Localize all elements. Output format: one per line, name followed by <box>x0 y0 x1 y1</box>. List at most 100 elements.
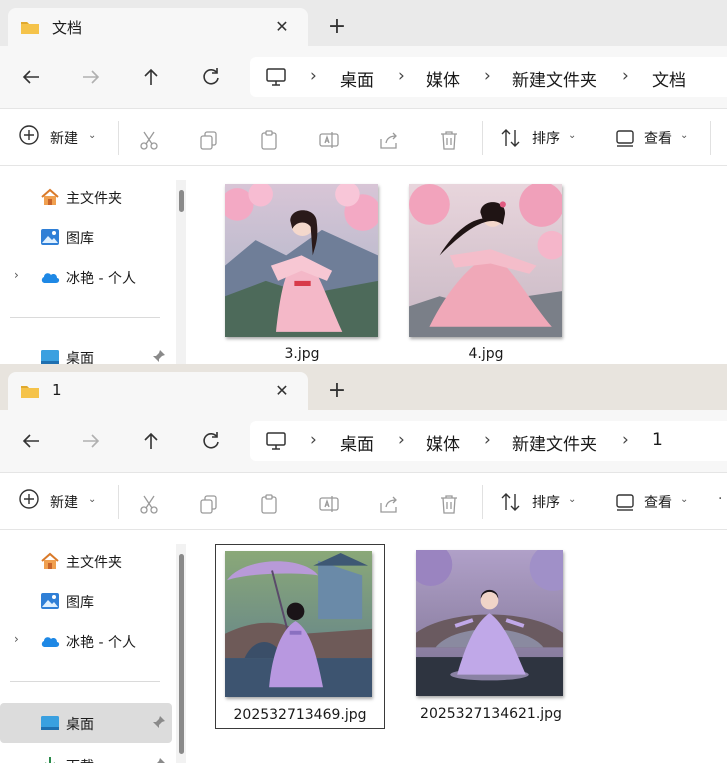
pin-icon[interactable] <box>152 757 166 763</box>
sidebar-item-label: 冰艳 - 个人 <box>66 271 136 287</box>
refresh-button[interactable] <box>196 62 226 92</box>
image-thumbnail <box>409 184 562 337</box>
toolbar-divider <box>118 485 119 519</box>
share-icon[interactable] <box>378 129 400 151</box>
sidebar-item-label: 主文件夹 <box>66 191 122 207</box>
sidebar-item-home[interactable]: 主文件夹 <box>0 179 172 215</box>
scroll-thumb[interactable] <box>179 190 184 212</box>
file-item[interactable]: 3.jpg <box>224 184 380 364</box>
chevron-down-icon: ⌄ <box>568 130 577 141</box>
sidebar-item-onedrive[interactable]: › 冰艳 - 个人 <box>0 259 172 295</box>
sidebar-divider <box>10 317 160 318</box>
breadcrumb-item[interactable]: 媒体 <box>426 430 460 455</box>
sidebar-scrollbar[interactable] <box>176 544 186 763</box>
new-tab-button[interactable]: + <box>322 376 352 406</box>
tab-1[interactable]: 1 ✕ <box>8 372 308 410</box>
sidebar-item-label: 桌面 <box>66 351 94 364</box>
sidebar-scrollbar[interactable] <box>176 180 186 364</box>
rename-icon[interactable] <box>318 129 340 151</box>
address-bar[interactable]: › 桌面 › 媒体 › 新建文件夹 › 1 <box>250 421 727 461</box>
close-icon[interactable]: ✕ <box>270 379 294 403</box>
address-bar[interactable]: › 桌面 › 媒体 › 新建文件夹 › 文档 <box>250 57 727 97</box>
desktop-icon <box>41 350 59 364</box>
delete-icon[interactable] <box>438 129 460 151</box>
pin-icon[interactable] <box>152 715 166 729</box>
chevron-right-icon: › <box>398 430 405 450</box>
sidebar-item-gallery[interactable]: 图库 <box>0 219 172 255</box>
sort-icon <box>501 129 520 147</box>
chevron-right-icon: › <box>622 66 629 86</box>
forward-button[interactable] <box>76 426 106 456</box>
delete-icon[interactable] <box>438 493 460 515</box>
breadcrumb-item[interactable]: 新建文件夹 <box>512 66 597 91</box>
breadcrumb-item[interactable]: 桌面 <box>340 430 374 455</box>
paste-icon[interactable] <box>258 129 280 151</box>
more-options-icon[interactable]: · <box>718 491 722 507</box>
new-button[interactable]: 新建 ⌄ <box>18 124 108 152</box>
copy-icon[interactable] <box>198 493 220 515</box>
file-item[interactable]: 2025327134621.jpg <box>406 544 576 729</box>
chevron-right-icon[interactable]: › <box>14 268 19 282</box>
sidebar-item-home[interactable]: 主文件夹 <box>0 543 172 579</box>
view-button[interactable]: 查看 ⌄ <box>614 124 704 152</box>
sort-label: 排序 <box>532 131 560 147</box>
navigation-bar: › 桌面 › 媒体 › 新建文件夹 › 文档 <box>0 46 727 108</box>
cut-icon[interactable] <box>138 493 160 515</box>
toolbar-divider <box>482 485 483 519</box>
pin-icon[interactable] <box>152 349 166 363</box>
breadcrumb-item[interactable]: 桌面 <box>340 66 374 91</box>
computer-icon <box>266 68 286 86</box>
view-button[interactable]: 查看 ⌄ <box>614 488 704 516</box>
refresh-icon <box>203 432 219 449</box>
breadcrumb-item[interactable]: 文档 <box>652 66 686 91</box>
sidebar-item-desktop[interactable]: 桌面 <box>0 339 172 364</box>
new-label: 新建 <box>50 495 78 511</box>
sort-button[interactable]: 排序 ⌄ <box>500 488 590 516</box>
image-thumbnail <box>416 550 563 696</box>
up-button[interactable] <box>136 62 166 92</box>
sidebar-item-desktop[interactable]: 桌面 <box>0 703 172 743</box>
tab-docs[interactable]: 文档 ✕ <box>8 8 308 46</box>
arrow-up-icon <box>144 68 158 85</box>
sidebar-item-onedrive[interactable]: › 冰艳 - 个人 <box>0 623 172 659</box>
computer-icon <box>266 432 286 450</box>
file-item[interactable]: 4.jpg <box>408 184 564 364</box>
sidebar-item-label: 图库 <box>66 231 94 247</box>
sidebar-item-downloads[interactable]: 下载 <box>0 747 172 763</box>
paste-icon[interactable] <box>258 493 280 515</box>
chevron-down-icon: ⌄ <box>680 494 689 505</box>
navigation-bar: › 桌面 › 媒体 › 新建文件夹 › 1 <box>0 410 727 472</box>
folder-icon <box>21 386 39 398</box>
home-icon <box>41 188 59 205</box>
chevron-right-icon[interactable]: › <box>14 632 19 646</box>
arrow-right-icon <box>83 434 100 448</box>
chevron-right-icon: › <box>484 430 491 450</box>
chevron-right-icon: › <box>622 430 629 450</box>
close-icon[interactable]: ✕ <box>270 15 294 39</box>
chevron-right-icon: › <box>310 66 317 86</box>
breadcrumb-item[interactable]: 媒体 <box>426 66 460 91</box>
chevron-down-icon: ⌄ <box>680 130 689 141</box>
rename-icon[interactable] <box>318 493 340 515</box>
share-icon[interactable] <box>378 493 400 515</box>
sort-button[interactable]: 排序 ⌄ <box>500 124 590 152</box>
refresh-button[interactable] <box>196 426 226 456</box>
forward-button[interactable] <box>76 62 106 92</box>
file-name: 3.jpg <box>284 346 320 362</box>
chevron-right-icon: › <box>310 430 317 450</box>
copy-icon[interactable] <box>198 129 220 151</box>
scroll-thumb[interactable] <box>179 554 184 754</box>
cloud-icon <box>41 637 60 647</box>
up-button[interactable] <box>136 426 166 456</box>
new-button[interactable]: 新建 ⌄ <box>18 488 108 516</box>
new-tab-button[interactable]: + <box>322 12 352 42</box>
breadcrumb-item[interactable]: 1 <box>652 430 663 450</box>
view-icon <box>616 494 634 511</box>
back-button[interactable] <box>16 62 46 92</box>
sidebar-item-gallery[interactable]: 图库 <box>0 583 172 619</box>
chevron-down-icon: ⌄ <box>88 130 97 141</box>
file-item[interactable]: 202532713469.jpg <box>215 544 385 729</box>
back-button[interactable] <box>16 426 46 456</box>
cut-icon[interactable] <box>138 129 160 151</box>
breadcrumb-item[interactable]: 新建文件夹 <box>512 430 597 455</box>
